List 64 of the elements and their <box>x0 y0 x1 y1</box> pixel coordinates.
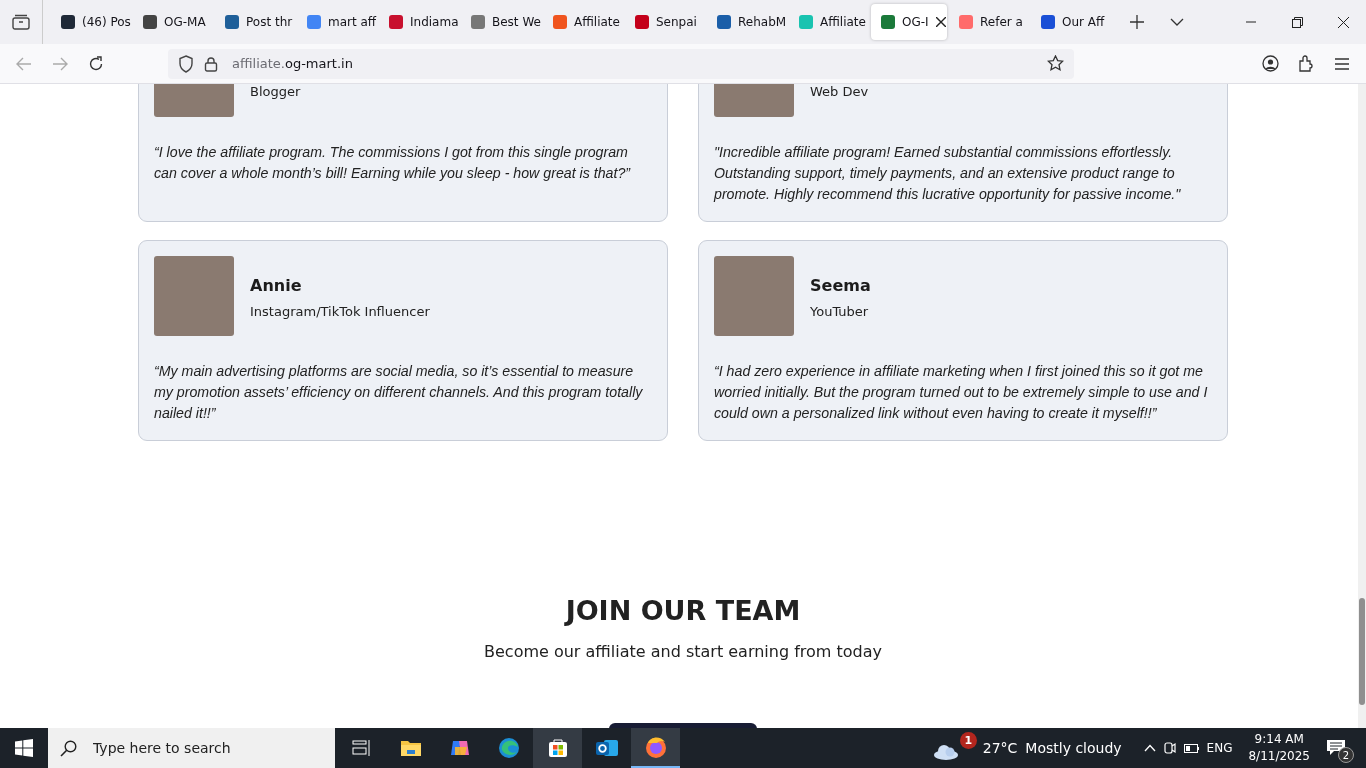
windows-logo-icon <box>15 739 33 757</box>
browser-tab[interactable]: Post thr <box>215 4 295 40</box>
person-role: Web Dev <box>810 84 869 101</box>
account-icon <box>1261 55 1279 72</box>
testimonial-quote: “I had zero experience in affiliate marketing when I first joined this so it got me worried initially. But the program turned out to be extremely simple to use and I could own a personalized link without even having to create it myself!!” <box>714 362 1209 423</box>
section-title: JOIN OUR TEAM <box>563 594 802 628</box>
bookmark-star-icon[interactable] <box>1047 55 1064 72</box>
browser-tab[interactable]: Affiliate <box>543 4 623 40</box>
clock-time[interactable]: 9:14 AM <box>1254 731 1304 748</box>
url-text[interactable]: affiliate.og-mart.in <box>232 53 353 74</box>
taskbar-button[interactable] <box>533 728 582 768</box>
notification-badge: 1 <box>959 732 977 749</box>
browser-tab[interactable]: OG-MA <box>133 4 213 40</box>
person-role: YouTuber <box>810 303 870 322</box>
weather-condition-text[interactable]: Mostly cloudy <box>1025 737 1122 759</box>
browser-tab[interactable]: Affiliate <box>789 4 869 40</box>
folder-icon <box>399 739 422 757</box>
browser-tab[interactable]: (46) Pos <box>51 4 131 40</box>
minimize-icon <box>1246 21 1256 23</box>
camera-icon[interactable] <box>1163 741 1176 755</box>
menu-icon <box>1335 57 1349 70</box>
testimonial-quote: “My main advertising platforms are social media, so it’s essential to measure my promotion assets’ efficiency on different channels. And this program totally nailed it!!” <box>154 362 644 423</box>
extensions-icon <box>1297 55 1315 72</box>
clock-date[interactable]: 8/11/2025 <box>1248 748 1310 765</box>
restore-icon <box>1291 16 1303 28</box>
person-name: Seema <box>810 275 871 298</box>
tab-overflow-icon <box>1170 18 1184 26</box>
forward-icon <box>52 56 68 71</box>
section-subtitle: Become our affiliate and start earning from today <box>483 640 883 663</box>
browser-tab[interactable]: Refer a <box>949 4 1029 40</box>
mail-app-icon <box>594 737 619 759</box>
new-tab-icon <box>1130 15 1144 29</box>
person-name: Annie <box>250 275 303 298</box>
lock-icon[interactable] <box>204 55 218 72</box>
back-icon <box>16 56 32 71</box>
shield-icon[interactable] <box>178 54 194 73</box>
temperature-text[interactable]: 27°C <box>982 737 1018 759</box>
tab-list-icon[interactable] <box>12 14 30 30</box>
battery-icon[interactable] <box>1183 743 1199 753</box>
tab-close-icon[interactable] <box>935 17 946 27</box>
browser-tab[interactable]: RehabM <box>707 4 787 40</box>
scrollbar[interactable] <box>1358 84 1366 728</box>
close-icon <box>1337 16 1349 28</box>
notification-count: 2 <box>1338 747 1354 763</box>
person-role: Blogger <box>250 84 301 101</box>
store-bag-icon <box>546 737 569 759</box>
browser-tab[interactable]: Best We <box>461 4 541 40</box>
browser-tab[interactable]: OG-I <box>871 4 947 40</box>
language-indicator[interactable]: ENG <box>1206 739 1233 757</box>
browser-icon <box>497 737 520 759</box>
chevron-up-icon[interactable] <box>1143 744 1156 752</box>
task-view-icon <box>351 739 372 757</box>
reload-icon <box>88 55 104 72</box>
browser-tab[interactable]: mart aff <box>297 4 377 40</box>
testimonial-quote: "Incredible affiliate program! Earned substantial commissions effortlessly. Outstanding support, timely payments, and an extensive product range to promote. Highly recommend this lucrative opportunity for passive income." <box>714 143 1182 204</box>
browser-tab[interactable]: Our Aff <box>1031 4 1111 40</box>
search-field[interactable]: Type here to search <box>91 736 321 760</box>
person-role: Instagram/TikTok Influencer <box>250 303 430 322</box>
browser-tab[interactable]: Indiama <box>379 4 459 40</box>
search-icon <box>60 739 77 757</box>
browser-tab[interactable]: Senpai <box>625 4 705 40</box>
testimonial-quote: “I love the affiliate program. The commissions I got from this single program can cover a whole month’s bill! Earning while you sleep - how great is that?” <box>154 143 632 183</box>
search-box[interactable]: Type here to search <box>48 728 335 768</box>
taskbar-button[interactable] <box>631 728 680 768</box>
